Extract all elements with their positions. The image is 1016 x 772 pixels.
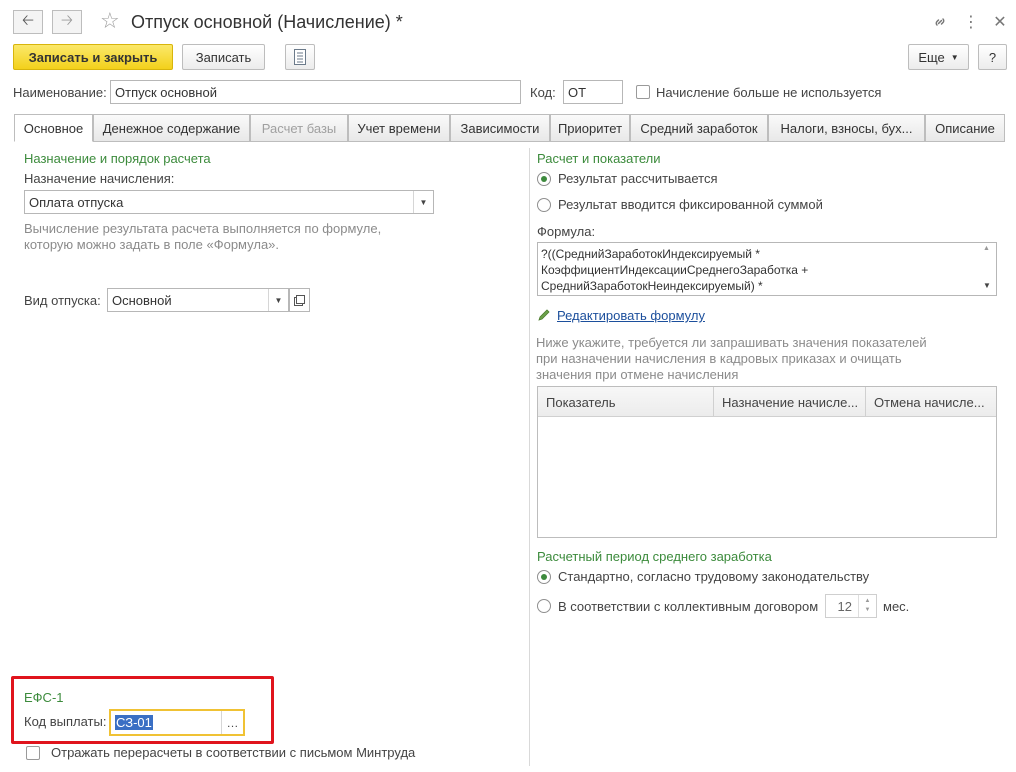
unused-checkbox[interactable] bbox=[636, 85, 650, 99]
months-unit: мес. bbox=[883, 599, 910, 614]
vacation-value: Основной bbox=[112, 292, 172, 308]
payment-code-value: СЗ-01 bbox=[115, 715, 153, 730]
payment-code-input[interactable]: СЗ-01 … bbox=[109, 709, 245, 736]
tab-description[interactable]: Описание bbox=[925, 114, 1005, 142]
more-button[interactable]: Еще ▼ bbox=[908, 44, 969, 70]
select-ellipsis-button[interactable]: … bbox=[221, 711, 243, 734]
open-icon bbox=[294, 294, 305, 306]
indicators-hint-line1: Ниже укажите, требуется ли запрашивать з… bbox=[536, 335, 927, 350]
tab-dependencies[interactable]: Зависимости bbox=[450, 114, 550, 142]
formula-line2: КоэффициентИндексацииСреднегоЗаработка + bbox=[541, 263, 809, 277]
period-section-title: Расчетный период среднего заработка bbox=[537, 549, 772, 564]
radio-fixed-label: Результат вводится фиксированной суммой bbox=[558, 197, 823, 212]
months-stepper[interactable]: 12 ▲ ▼ bbox=[825, 594, 877, 618]
table-header: Показатель Назначение начисле... Отмена … bbox=[538, 387, 996, 417]
radio-calculated[interactable] bbox=[537, 172, 551, 186]
radio-fixed[interactable] bbox=[537, 198, 551, 212]
stepper-arrows[interactable]: ▲ ▼ bbox=[858, 595, 876, 617]
help-button[interactable]: ? bbox=[978, 44, 1007, 70]
payment-code-label: Код выплаты: bbox=[24, 714, 107, 729]
formula-line3: СреднийЗаработокНеиндексируемый) * bbox=[541, 279, 763, 293]
tab-bar: Основное Денежное содержание Расчет базы… bbox=[14, 114, 1005, 142]
radio-collective[interactable] bbox=[537, 599, 551, 613]
back-button[interactable]: 🡠 bbox=[13, 10, 43, 34]
name-label: Наименование: bbox=[13, 85, 107, 100]
tab-base-calc[interactable]: Расчет базы bbox=[250, 114, 348, 142]
tab-salary[interactable]: Денежное содержание bbox=[93, 114, 250, 142]
formula-hint-line2: которую можно задать в поле «Формула». bbox=[24, 237, 280, 252]
purpose-value: Оплата отпуска bbox=[29, 194, 124, 210]
code-input[interactable]: ОТ bbox=[563, 80, 623, 104]
recalc-checkbox[interactable] bbox=[26, 746, 40, 760]
pencil-icon bbox=[537, 308, 551, 325]
radio-standard-label: Стандартно, согласно трудовому законодат… bbox=[558, 569, 870, 584]
purpose-label: Назначение начисления: bbox=[24, 171, 175, 186]
link-icon[interactable] bbox=[930, 10, 950, 34]
formula-line1: ?((СреднийЗаработокИндексируемый * bbox=[541, 247, 760, 261]
vacation-label: Вид отпуска: bbox=[24, 293, 101, 308]
edit-formula-link[interactable]: Редактировать формулу bbox=[557, 308, 705, 323]
save-button[interactable]: Записать bbox=[182, 44, 265, 70]
stepper-down-icon[interactable]: ▼ bbox=[865, 606, 871, 615]
months-value: 12 bbox=[837, 598, 852, 614]
indicators-hint-line3: значения при отмене начисления bbox=[536, 367, 739, 382]
column-divider bbox=[529, 148, 530, 766]
more-vert-icon[interactable]: ⋮ bbox=[961, 10, 981, 34]
calc-section-title: Расчет и показатели bbox=[537, 151, 661, 166]
purpose-select[interactable]: Оплата отпуска ▼ bbox=[24, 190, 434, 214]
name-input[interactable]: Отпуск основной bbox=[110, 80, 521, 104]
tab-taxes[interactable]: Налоги, взносы, бух... bbox=[768, 114, 925, 142]
arrow-left-icon: 🡠 bbox=[21, 11, 35, 29]
scroll-down-icon[interactable]: ▼ bbox=[983, 281, 991, 290]
code-label: Код: bbox=[530, 85, 556, 100]
close-icon[interactable]: ✕ bbox=[990, 10, 1010, 34]
recalc-label: Отражать перерасчеты в соответствии с пи… bbox=[51, 745, 416, 760]
formula-hint-line1: Вычисление результата расчета выполняетс… bbox=[24, 221, 382, 236]
star-icon[interactable]: ☆ bbox=[100, 8, 120, 34]
tab-priority[interactable]: Приоритет bbox=[550, 114, 630, 142]
indicators-table[interactable]: Показатель Назначение начисле... Отмена … bbox=[537, 386, 997, 538]
arrow-right-icon: 🡢 bbox=[60, 11, 74, 29]
indicators-hint-line2: при назначении начисления в кадровых при… bbox=[536, 351, 902, 366]
tab-average-earnings[interactable]: Средний заработок bbox=[630, 114, 768, 142]
unused-label: Начисление больше не используется bbox=[656, 85, 882, 100]
formula-label: Формула: bbox=[537, 224, 596, 239]
tab-time-tracking[interactable]: Учет времени bbox=[348, 114, 450, 142]
window-title: Отпуск основной (Начисление) * bbox=[131, 12, 403, 32]
formula-textarea[interactable]: ?((СреднийЗаработокИндексируемый * Коэфф… bbox=[537, 242, 997, 296]
column-assignment[interactable]: Назначение начисле... bbox=[714, 387, 866, 417]
efs-section-title: ЕФС-1 bbox=[24, 690, 64, 705]
radio-standard[interactable] bbox=[537, 570, 551, 584]
purpose-section-title: Назначение и порядок расчета bbox=[24, 151, 211, 166]
document-list-button[interactable] bbox=[285, 44, 315, 70]
forward-button[interactable]: 🡢 bbox=[52, 10, 82, 34]
tab-main[interactable]: Основное bbox=[14, 114, 93, 142]
save-close-button[interactable]: Записать и закрыть bbox=[13, 44, 173, 70]
chevron-down-icon[interactable]: ▼ bbox=[268, 289, 288, 311]
radio-collective-label: В соответствии с коллективным договором bbox=[558, 599, 819, 614]
scroll-up-icon[interactable]: ▲ bbox=[983, 245, 990, 252]
column-cancel[interactable]: Отмена начисле... bbox=[866, 387, 996, 417]
chevron-down-icon: ▼ bbox=[950, 52, 959, 62]
list-icon bbox=[294, 49, 306, 65]
vacation-select[interactable]: Основной ▼ bbox=[107, 288, 289, 312]
stepper-up-icon[interactable]: ▲ bbox=[865, 597, 871, 606]
more-label: Еще bbox=[918, 49, 945, 65]
chevron-down-icon[interactable]: ▼ bbox=[413, 191, 433, 213]
radio-calculated-label: Результат рассчитывается bbox=[558, 171, 718, 186]
open-vacation-button[interactable] bbox=[289, 288, 310, 312]
column-indicator[interactable]: Показатель bbox=[538, 387, 714, 417]
